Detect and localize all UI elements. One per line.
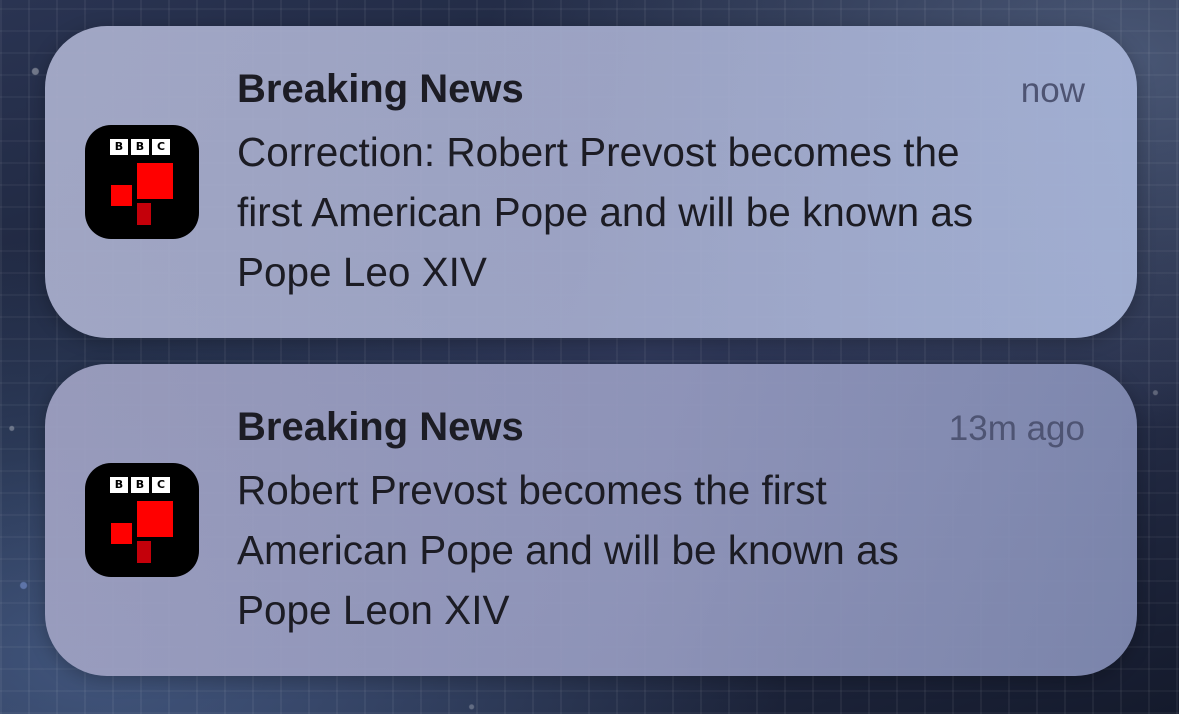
notification-message: Robert Prevost becomes the first America… <box>237 460 1097 640</box>
news-mark-square <box>137 541 151 563</box>
bbc-logo: B B C <box>110 139 170 155</box>
message-line: Robert Prevost becomes the first <box>237 467 827 513</box>
notification-time: 13m ago <box>948 409 1085 448</box>
bbc-news-app-icon: B B C <box>85 125 199 239</box>
bbc-logo: B B C <box>110 477 170 493</box>
message-line: first American Pope and will be known as <box>237 189 974 235</box>
bbc-logo-letter: B <box>110 139 128 155</box>
news-mark-square <box>111 185 132 206</box>
notification-card[interactable]: B B C Breaking News 13m ago Robert Prevo… <box>45 364 1137 676</box>
notification-message: Correction: Robert Prevost becomes the f… <box>237 122 1097 302</box>
message-line: Pope Leon XIV <box>237 587 510 633</box>
news-mark-square <box>137 203 151 225</box>
bbc-news-app-icon: B B C <box>85 463 199 577</box>
bbc-logo-letter: C <box>152 139 170 155</box>
message-line: Pope Leo XIV <box>237 249 487 295</box>
message-line: Correction: Robert Prevost becomes the <box>237 129 960 175</box>
notification-card[interactable]: B B C Breaking News now Correction: Robe… <box>45 26 1137 338</box>
bbc-logo-letter: B <box>131 139 149 155</box>
news-mark-square <box>137 163 173 199</box>
bbc-logo-letter: B <box>131 477 149 493</box>
notification-title: Breaking News <box>237 67 524 111</box>
notification-time: now <box>1020 71 1085 110</box>
message-line: American Pope and will be known as <box>237 527 899 573</box>
bbc-logo-letter: C <box>152 477 170 493</box>
notification-title: Breaking News <box>237 405 524 449</box>
bbc-logo-letter: B <box>110 477 128 493</box>
news-mark-square <box>111 523 132 544</box>
news-mark-square <box>137 501 173 537</box>
